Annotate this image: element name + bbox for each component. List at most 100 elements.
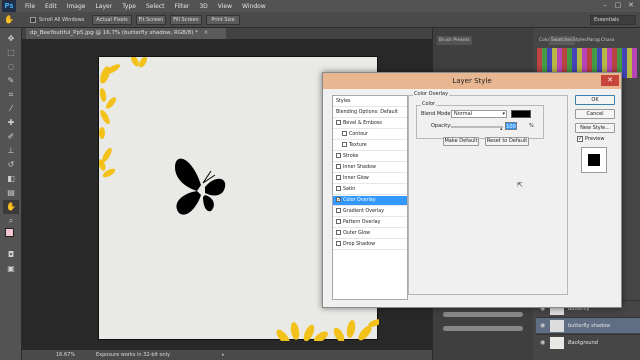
zoom-tool-icon[interactable]: ⌕ — [3, 214, 19, 228]
effect-checkbox[interactable] — [336, 153, 341, 158]
close-button[interactable]: ✕ — [626, 1, 636, 10]
screen-mode-icon[interactable]: ▣ — [3, 262, 19, 276]
fill-screen-button[interactable]: Fill Screen — [170, 15, 202, 25]
opacity-input[interactable]: 100 — [505, 122, 517, 130]
effect-checkbox[interactable] — [336, 208, 341, 213]
eraser-tool-icon[interactable]: ◧ — [3, 172, 19, 186]
fit-screen-button[interactable]: Fit Screen — [136, 15, 166, 25]
butterfly-silhouette[interactable] — [175, 158, 226, 215]
menu-type[interactable]: Type — [117, 3, 141, 10]
reset-default-button[interactable]: Reset to Default — [485, 137, 529, 146]
effect-color-overlay[interactable]: ✓ Color Overlay — [333, 196, 407, 206]
effect-label: Inner Shadow — [343, 165, 376, 170]
menu-image[interactable]: Image — [62, 3, 91, 10]
crop-tool-icon[interactable]: ⌗ — [3, 88, 19, 102]
options-bar: ✋ Scroll All Windows Actual Pixels Fit S… — [0, 12, 640, 28]
blend-mode-select[interactable]: Normal ▾ — [451, 110, 507, 118]
minimize-button[interactable]: – — [600, 1, 610, 10]
lasso-tool-icon[interactable]: ◌ — [3, 60, 19, 74]
styles-header[interactable]: Styles — [333, 97, 407, 107]
document-tab[interactable]: dp_BeeYoutiful_Pp5.jpg @ 16.7% (butterfl… — [26, 28, 226, 39]
print-size-button[interactable]: Print Size — [206, 15, 240, 25]
effect-inner-shadow[interactable]: Inner Shadow — [333, 163, 407, 173]
move-tool-icon[interactable]: ✥ — [3, 32, 19, 46]
history-brush-tool-icon[interactable]: ↺ — [3, 158, 19, 172]
effect-stroke[interactable]: Stroke — [333, 152, 407, 162]
effect-pattern-overlay[interactable]: Pattern Overlay — [333, 218, 407, 228]
workspace-select[interactable]: Essentials — [590, 15, 636, 25]
blending-options[interactable]: Blending Options: Default — [333, 108, 407, 118]
effect-gradient-overlay[interactable]: Gradient Overlay — [333, 207, 407, 217]
effect-outer-glow[interactable]: Outer Glow — [333, 229, 407, 239]
cancel-button[interactable]: Cancel — [575, 109, 615, 119]
effect-checkbox[interactable] — [336, 230, 341, 235]
hand-tool-icon[interactable]: ✋ — [3, 200, 19, 214]
quick-select-tool-icon[interactable]: ✎ — [3, 74, 19, 88]
maximize-button[interactable]: □ — [613, 1, 623, 10]
effect-inner-glow[interactable]: Inner Glow — [333, 174, 407, 184]
tab-character[interactable]: Chara — [599, 36, 616, 45]
effect-label: Stroke — [343, 154, 359, 159]
menu-3d[interactable]: 3D — [194, 3, 212, 10]
effect-checkbox[interactable] — [336, 120, 341, 125]
tools-panel: ✥ ⬚ ◌ ✎ ⌗ ⁄ ✚ ✐ ⊥ ↺ ◧ ▤ ✋ ⌕ ◘ ▣ — [0, 28, 22, 360]
visibility-eye-icon[interactable]: ◉ — [540, 322, 546, 330]
effect-label: Outer Glow — [343, 231, 371, 236]
effect-contour[interactable]: Contour — [333, 130, 407, 140]
effect-texture[interactable]: Texture — [333, 141, 407, 151]
foreground-color-swatch[interactable] — [5, 228, 14, 237]
preview-checkbox[interactable]: ✓ — [577, 136, 583, 142]
opacity-slider-track[interactable] — [451, 126, 503, 128]
effect-label: Texture — [349, 143, 367, 148]
visibility-eye-icon[interactable]: ◉ — [540, 339, 546, 347]
status-bar: 16.67% Exposure works in 32-bit only ▸ — [22, 350, 432, 360]
hand-tool-icon[interactable]: ✋ — [4, 15, 16, 25]
zoom-level[interactable]: 16.67% — [56, 350, 75, 360]
menu-layer[interactable]: Layer — [90, 3, 117, 10]
effect-checkbox[interactable] — [342, 131, 347, 136]
blend-mode-value: Normal — [454, 111, 473, 117]
make-default-button[interactable]: Make Default — [443, 137, 479, 146]
actual-pixels-button[interactable]: Actual Pixels — [92, 15, 132, 25]
effect-checkbox[interactable] — [336, 164, 341, 169]
menu-select[interactable]: Select — [141, 3, 170, 10]
effect-checkbox[interactable] — [336, 241, 341, 246]
style-preview-box — [581, 147, 607, 173]
scroll-all-checkbox[interactable] — [30, 17, 36, 23]
menu-filter[interactable]: Filter — [170, 3, 195, 10]
effect-label: Drop Shadow — [343, 242, 375, 247]
menu-window[interactable]: Window — [237, 3, 271, 10]
photoshop-logo: Ps — [2, 0, 16, 12]
effect-checkbox-checked[interactable]: ✓ — [336, 197, 341, 203]
menu-edit[interactable]: Edit — [40, 3, 62, 10]
brush-presets-tab[interactable]: Brush Presets — [437, 36, 472, 45]
status-arrow-icon[interactable]: ▸ — [222, 350, 225, 360]
effect-label: Inner Glow — [343, 176, 369, 181]
clone-stamp-tool-icon[interactable]: ⊥ — [3, 144, 19, 158]
new-style-button[interactable]: New Style... — [575, 123, 615, 133]
dialog-title-bar[interactable]: Layer Style — [323, 73, 621, 89]
eyedropper-tool-icon[interactable]: ⁄ — [3, 102, 19, 116]
effect-bevel-emboss[interactable]: Bevel & Emboss — [333, 119, 407, 129]
ok-button[interactable]: OK — [575, 95, 615, 105]
menu-view[interactable]: View — [213, 3, 237, 10]
layer-row-selected[interactable]: ◉ butterfly shadow — [536, 317, 640, 333]
chevron-down-icon: ▾ — [502, 111, 505, 117]
effect-checkbox[interactable] — [336, 186, 341, 191]
effect-satin[interactable]: Satin — [333, 185, 407, 195]
quick-mask-icon[interactable]: ◘ — [3, 248, 19, 262]
menu-file[interactable]: File — [20, 3, 40, 10]
effect-label: Bevel & Emboss — [343, 121, 382, 126]
effect-checkbox[interactable] — [336, 219, 341, 224]
effect-drop-shadow[interactable]: Drop Shadow — [333, 240, 407, 250]
gradient-tool-icon[interactable]: ▤ — [3, 186, 19, 200]
effect-checkbox[interactable] — [342, 142, 347, 147]
tab-close-icon[interactable]: ✕ — [204, 30, 209, 36]
healing-brush-tool-icon[interactable]: ✚ — [3, 116, 19, 130]
layer-row[interactable]: ◉ Background — [536, 334, 640, 350]
dialog-close-button[interactable]: ✕ — [601, 75, 619, 86]
overlay-color-swatch[interactable] — [511, 110, 531, 118]
marquee-tool-icon[interactable]: ⬚ — [3, 46, 19, 60]
effect-checkbox[interactable] — [336, 175, 341, 180]
brush-tool-icon[interactable]: ✐ — [3, 130, 19, 144]
